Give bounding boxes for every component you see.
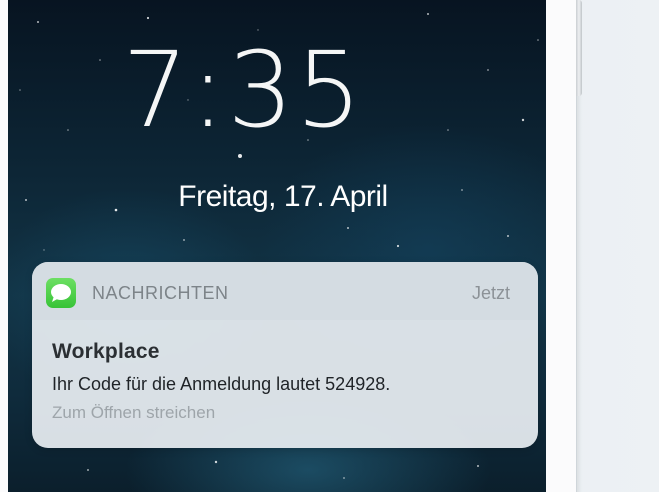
messages-icon xyxy=(46,278,76,308)
message-notification[interactable]: NACHRICHTEN Jetzt Workplace Ihr Code für… xyxy=(32,262,538,448)
notification-time: Jetzt xyxy=(471,283,510,303)
notification-header: NACHRICHTEN Jetzt xyxy=(32,262,538,320)
notification-body: Ihr Code für die Anmeldung lautet 524928… xyxy=(52,374,391,394)
lock-screen-date: Freitag, 17. April xyxy=(178,180,388,213)
lock-screen-clock: 7:35 xyxy=(122,29,364,151)
lock-screen[interactable]: 7:35 Freitag, 17. April NACHRICHTEN Jetz… xyxy=(8,0,546,492)
notification-title: Workplace xyxy=(52,340,160,363)
swipe-to-open-hint: Zum Öffnen streichen xyxy=(52,403,216,422)
notification-app-name: NACHRICHTEN xyxy=(92,283,229,303)
screenshot-stage: 7:35 Freitag, 17. April NACHRICHTEN Jetz… xyxy=(0,0,659,492)
phone-side-button xyxy=(576,0,582,96)
